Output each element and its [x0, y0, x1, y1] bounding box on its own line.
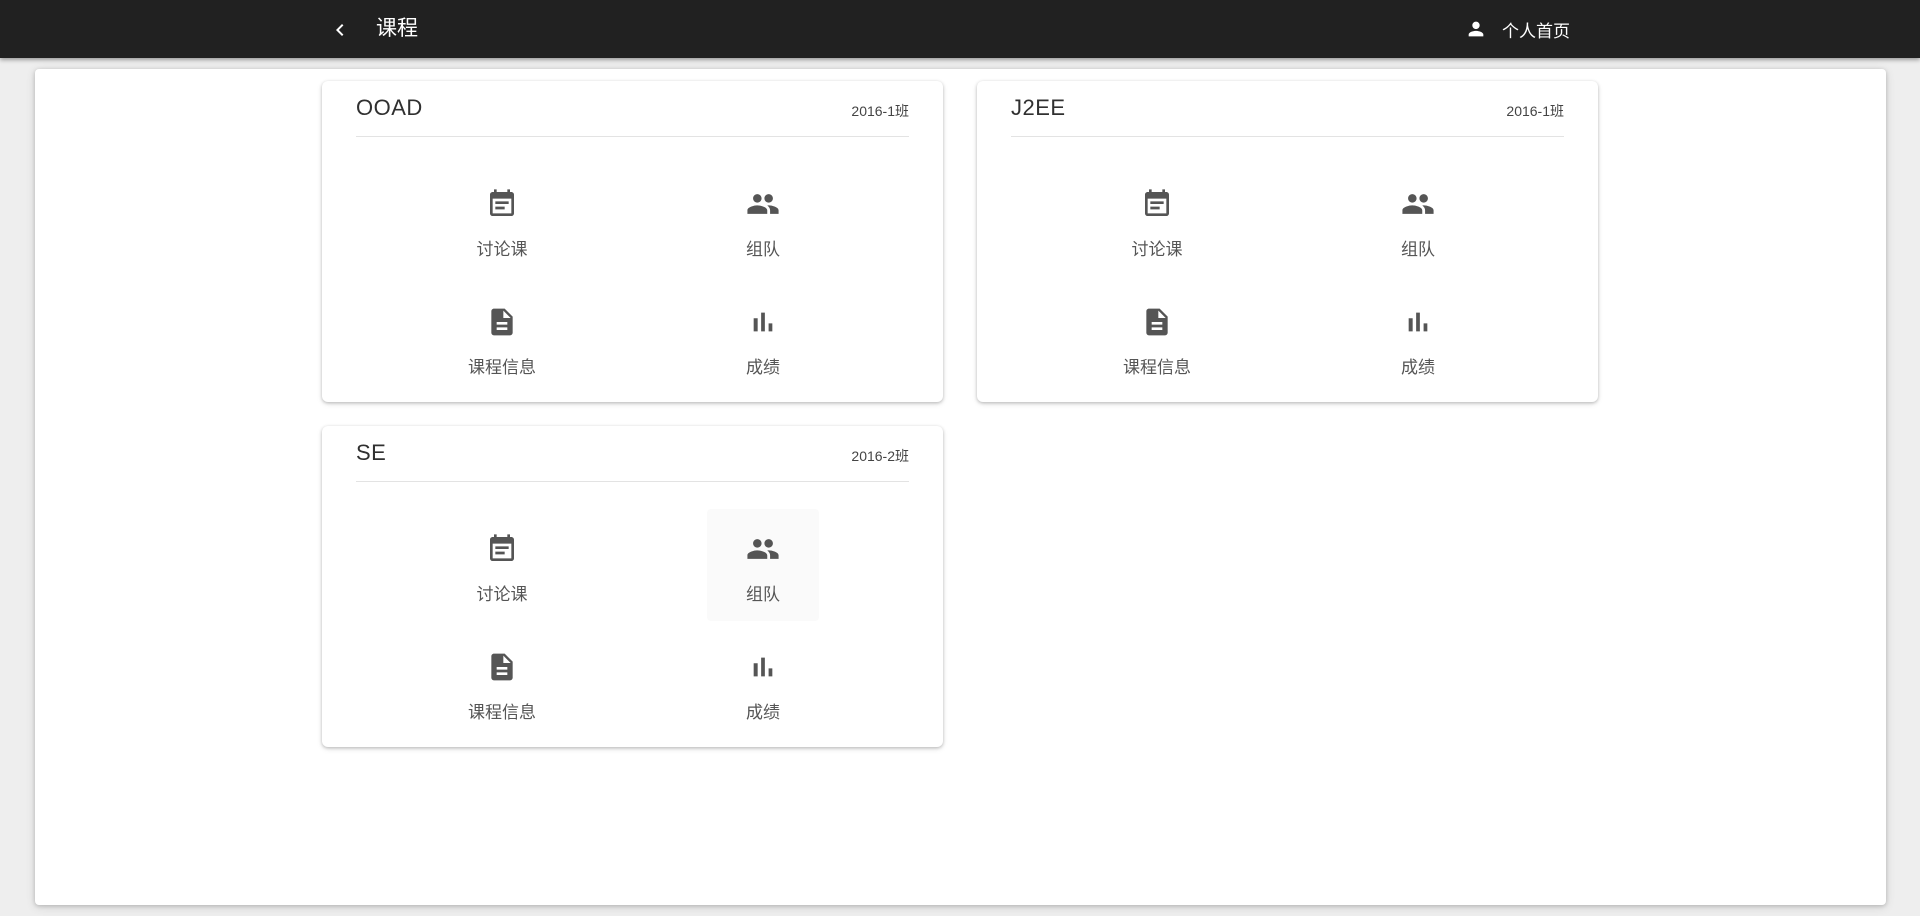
- course-info-label: 课程信息: [1123, 358, 1191, 377]
- team-button[interactable]: 组队: [1362, 164, 1474, 276]
- team-label: 组队: [746, 240, 780, 259]
- class-name: 2016-1班: [1506, 103, 1564, 119]
- course-card: SE 2016-2班 讨论课 组队 课程信息 成绩: [322, 426, 943, 747]
- grades-button[interactable]: 成绩: [707, 282, 819, 394]
- profile-home-label: 个人首页: [1502, 21, 1570, 41]
- bar-chart-icon: [745, 304, 781, 340]
- course-info-button[interactable]: 课程信息: [446, 627, 558, 739]
- course-name: SE: [356, 440, 387, 465]
- bar-chart-icon: [745, 649, 781, 685]
- course-info-button[interactable]: 课程信息: [446, 282, 558, 394]
- app-bar: 课程 个人首页: [0, 0, 1920, 58]
- bar-chart-icon: [1400, 304, 1436, 340]
- calendar-icon: [484, 186, 520, 222]
- course-card-header: OOAD 2016-1班: [356, 81, 909, 137]
- course-name: OOAD: [356, 95, 423, 120]
- chevron-left-icon: [336, 24, 344, 36]
- class-name: 2016-1班: [851, 103, 909, 119]
- course-info-button[interactable]: 课程信息: [1101, 282, 1213, 394]
- grades-label: 成绩: [746, 358, 780, 377]
- course-card-header: J2EE 2016-1班: [1011, 81, 1564, 137]
- page-title: 课程: [376, 17, 418, 40]
- person-icon: [1464, 17, 1488, 41]
- grades-button[interactable]: 成绩: [1362, 282, 1474, 394]
- profile-home-link[interactable]: 个人首页: [1464, 12, 1570, 46]
- group-icon: [745, 186, 781, 222]
- calendar-icon: [1139, 186, 1175, 222]
- seminar-label: 讨论课: [1131, 240, 1183, 259]
- grades-label: 成绩: [746, 703, 780, 722]
- grades-label: 成绩: [1401, 358, 1435, 377]
- seminar-button[interactable]: 讨论课: [1101, 164, 1213, 276]
- document-icon: [484, 304, 520, 340]
- seminar-label: 讨论课: [476, 585, 528, 604]
- seminar-button[interactable]: 讨论课: [446, 509, 558, 621]
- group-icon: [745, 531, 781, 567]
- seminar-label: 讨论课: [476, 240, 528, 259]
- course-info-label: 课程信息: [468, 703, 536, 722]
- document-icon: [1139, 304, 1175, 340]
- group-icon: [1400, 186, 1436, 222]
- team-label: 组队: [746, 585, 780, 604]
- grades-button[interactable]: 成绩: [707, 627, 819, 739]
- team-label: 组队: [1401, 240, 1435, 259]
- back-button[interactable]: [322, 12, 358, 48]
- course-card: J2EE 2016-1班 讨论课 组队 课程信息 成绩: [977, 81, 1598, 402]
- course-name: J2EE: [1011, 95, 1066, 120]
- course-card-header: SE 2016-2班: [356, 426, 909, 482]
- seminar-button[interactable]: 讨论课: [446, 164, 558, 276]
- calendar-icon: [484, 531, 520, 567]
- class-name: 2016-2班: [851, 448, 909, 464]
- course-card: OOAD 2016-1班 讨论课 组队 课程信息 成绩: [322, 81, 943, 402]
- team-button[interactable]: 组队: [707, 164, 819, 276]
- document-icon: [484, 649, 520, 685]
- main-content: OOAD 2016-1班 讨论课 组队 课程信息 成绩 J2EE 2016-1班…: [35, 69, 1886, 905]
- course-info-label: 课程信息: [468, 358, 536, 377]
- team-button[interactable]: 组队: [707, 509, 819, 621]
